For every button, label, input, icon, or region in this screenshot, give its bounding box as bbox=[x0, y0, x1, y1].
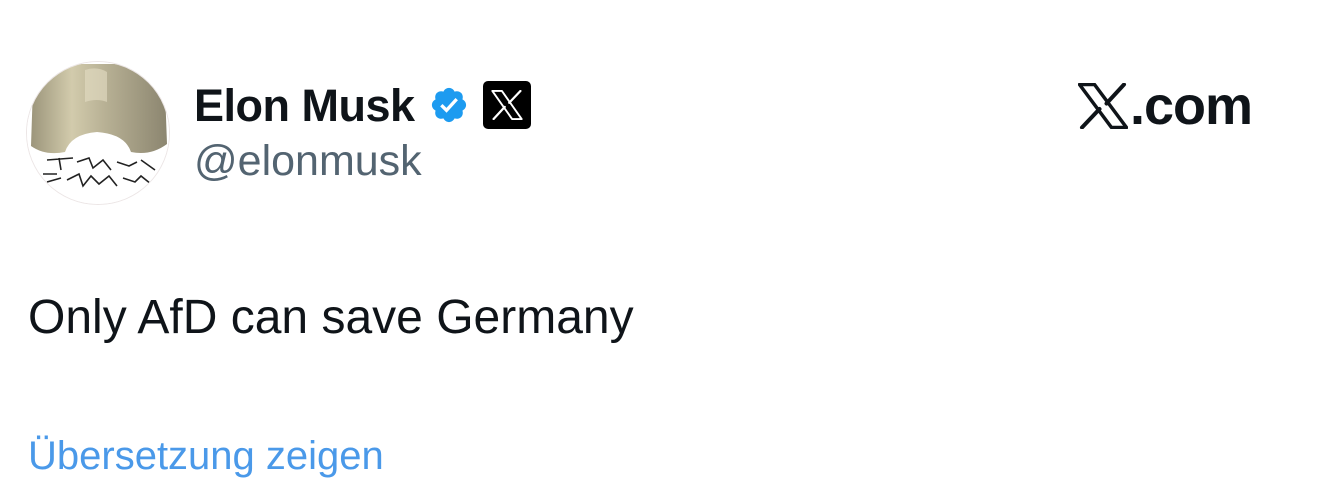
avatar-image bbox=[27, 62, 169, 204]
tweet-card: Elon Musk @elonmusk .com Only AfD can sa… bbox=[0, 0, 1320, 500]
affiliate-badge[interactable] bbox=[482, 81, 531, 129]
tweet-text: Only AfD can save Germany bbox=[28, 291, 634, 344]
handle[interactable]: @elonmusk bbox=[194, 140, 422, 183]
x-logo-icon bbox=[1078, 83, 1128, 129]
brand-domain: .com bbox=[1130, 76, 1253, 136]
verified-badge-icon bbox=[431, 87, 466, 123]
display-name[interactable]: Elon Musk bbox=[194, 83, 415, 128]
avatar[interactable] bbox=[27, 62, 169, 204]
brand-logo: .com bbox=[1078, 76, 1253, 136]
x-logo-icon bbox=[490, 90, 523, 120]
author-name-row: Elon Musk bbox=[194, 78, 531, 132]
show-translation-link[interactable]: Übersetzung zeigen bbox=[28, 436, 384, 476]
